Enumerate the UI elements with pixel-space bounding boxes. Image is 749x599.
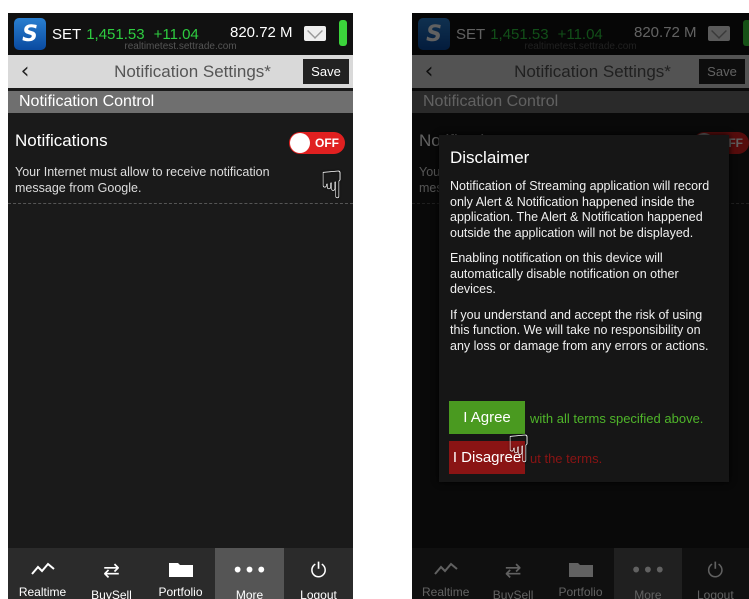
phone-screen-settings: S SET 1,451.53 +11.04 820.72 M realtimet… xyxy=(8,13,353,599)
nav-bar: ‹ Notification Settings* Save xyxy=(8,55,353,88)
volume-value: 820.72 M xyxy=(230,24,293,41)
mail-icon[interactable] xyxy=(304,26,326,41)
chart-line-icon xyxy=(30,558,55,579)
dialog-paragraph: If you understand and accept the risk of… xyxy=(450,307,709,353)
tab-more[interactable]: ••• More xyxy=(215,548,284,599)
tap-hand-icon: ☟ xyxy=(320,163,344,207)
more-dots-icon: ••• xyxy=(231,558,268,582)
notifications-description: Your Internet must allow to receive noti… xyxy=(15,165,270,195)
tab-buysell[interactable]: ⇄ BuySell xyxy=(77,548,146,599)
power-icon: ⏻ xyxy=(310,558,327,582)
index-change: +11.04 xyxy=(153,25,199,43)
agree-caption: with all terms specified above. xyxy=(530,411,704,426)
notifications-label: Notifications xyxy=(15,131,108,150)
dialog-body: Notification of Streaming application wi… xyxy=(450,179,710,364)
dialog-paragraph: Notification of Streaming application wi… xyxy=(450,179,710,240)
toggle-state-label: OFF xyxy=(315,136,339,150)
index-value: 1,451.53 xyxy=(86,25,145,43)
tab-logout[interactable]: ⏻ Logout xyxy=(284,548,353,599)
tab-label: Logout xyxy=(300,588,337,599)
folder-icon xyxy=(168,558,194,579)
dialog-title: Disclaimer xyxy=(450,148,530,167)
tap-hand-icon: ☟ xyxy=(507,427,531,471)
notifications-toggle[interactable]: OFF xyxy=(289,132,345,154)
tab-portfolio[interactable]: Portfolio xyxy=(146,548,215,599)
toggle-knob xyxy=(290,133,310,153)
phone-screen-disclaimer: S SET 1,451.53 +11.04 820.72 M realtimet… xyxy=(412,13,749,599)
tab-realtime[interactable]: Realtime xyxy=(8,548,77,599)
dialog-paragraph: Enabling notification on this device wil… xyxy=(450,251,679,296)
tab-label: Portfolio xyxy=(158,585,203,599)
swap-arrows-icon: ⇄ xyxy=(103,558,120,582)
tab-label: BuySell xyxy=(91,588,132,599)
bottom-tab-bar: Realtime ⇄ BuySell Portfolio ••• More ⏻ … xyxy=(8,548,353,599)
status-bar: S SET 1,451.53 +11.04 820.72 M realtimet… xyxy=(8,13,353,55)
back-chevron-icon[interactable]: ‹ xyxy=(8,59,42,84)
disagree-caption: ut the terms. xyxy=(530,451,603,466)
section-header: Notification Control xyxy=(8,91,353,113)
tab-label: Realtime xyxy=(18,585,67,599)
disclaimer-dialog: Disclaimer Notification of Streaming app… xyxy=(439,135,729,482)
market-name: SET xyxy=(52,25,82,43)
divider xyxy=(8,203,353,204)
server-url: realtimetest.settrade.com xyxy=(124,41,237,52)
save-button[interactable]: Save xyxy=(303,59,349,84)
tab-label: More xyxy=(235,588,264,599)
